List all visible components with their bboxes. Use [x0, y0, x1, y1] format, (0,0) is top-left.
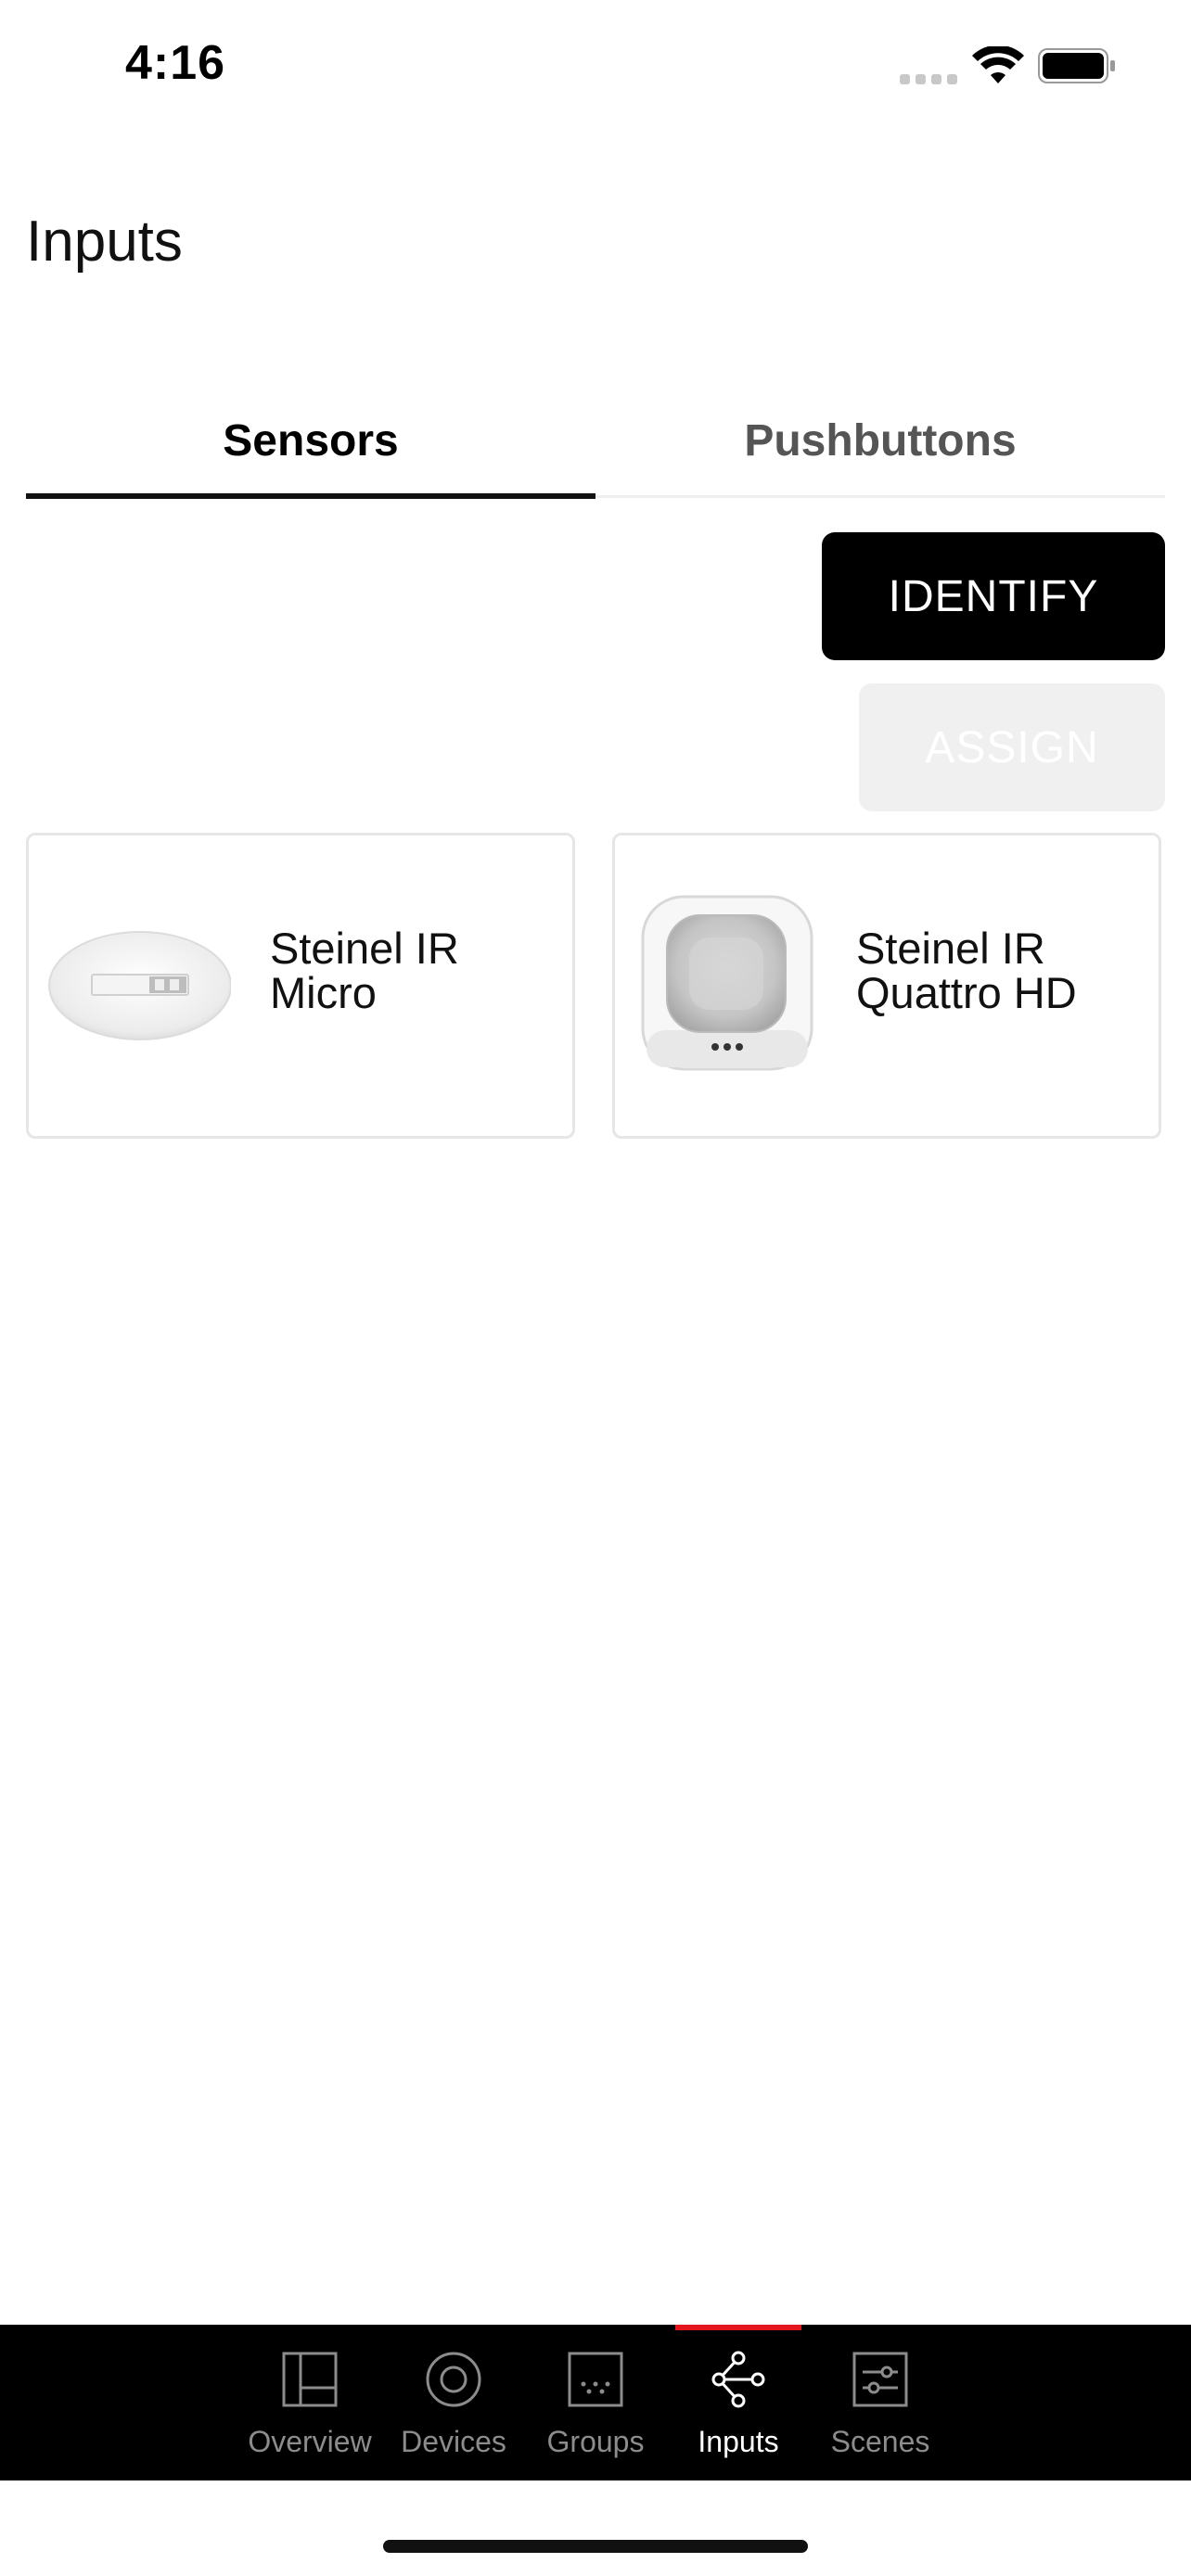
- ceiling-sensor-flat-image: [48, 931, 231, 1040]
- nav-label: Overview: [248, 2425, 372, 2458]
- nav-item-overview[interactable]: Overview: [240, 2325, 379, 2480]
- sliders-icon: [852, 2352, 908, 2407]
- status-bar: 4:16: [0, 0, 1191, 139]
- status-time: 4:16: [125, 36, 226, 90]
- tab-sensors[interactable]: Sensors: [26, 389, 596, 491]
- tab-pushbuttons[interactable]: Pushbuttons: [596, 389, 1165, 491]
- nav-label: Scenes: [830, 2425, 930, 2458]
- home-indicator[interactable]: [383, 2540, 808, 2553]
- tab-bar: Sensors Pushbuttons: [26, 389, 1165, 501]
- identify-button[interactable]: IDENTIFY: [822, 532, 1165, 660]
- dotted-square-icon: [568, 2352, 623, 2407]
- bottom-nav: Overview Devices Groups Inputs Scenes: [0, 2325, 1191, 2480]
- layout-panel-icon: [282, 2352, 338, 2407]
- sensor-card[interactable]: Steinel IR Micro: [26, 833, 575, 1139]
- share-nodes-icon: [711, 2351, 765, 2408]
- sensor-name: Steinel IR Quattro HD: [856, 924, 1077, 1017]
- nav-label: Groups: [546, 2425, 645, 2458]
- page-title: Inputs: [26, 210, 183, 274]
- battery-icon: [1038, 48, 1115, 83]
- wifi-icon: [972, 46, 1024, 83]
- nav-label: Devices: [401, 2425, 506, 2458]
- sensor-card[interactable]: Steinel IR Quattro HD: [612, 833, 1161, 1139]
- nav-item-devices[interactable]: Devices: [384, 2325, 523, 2480]
- active-tab-indicator: [26, 493, 596, 499]
- ceiling-sensor-square-image: [641, 895, 813, 1071]
- nav-item-scenes[interactable]: Scenes: [811, 2325, 950, 2480]
- nav-label: Inputs: [698, 2425, 779, 2458]
- cellular-signal-icon: [900, 74, 957, 85]
- assign-button[interactable]: ASSIGN: [859, 683, 1165, 811]
- nav-item-inputs[interactable]: Inputs: [669, 2325, 808, 2480]
- target-circle-icon: [426, 2352, 481, 2407]
- sensor-name: Steinel IR Micro: [270, 924, 459, 1017]
- nav-item-groups[interactable]: Groups: [526, 2325, 665, 2480]
